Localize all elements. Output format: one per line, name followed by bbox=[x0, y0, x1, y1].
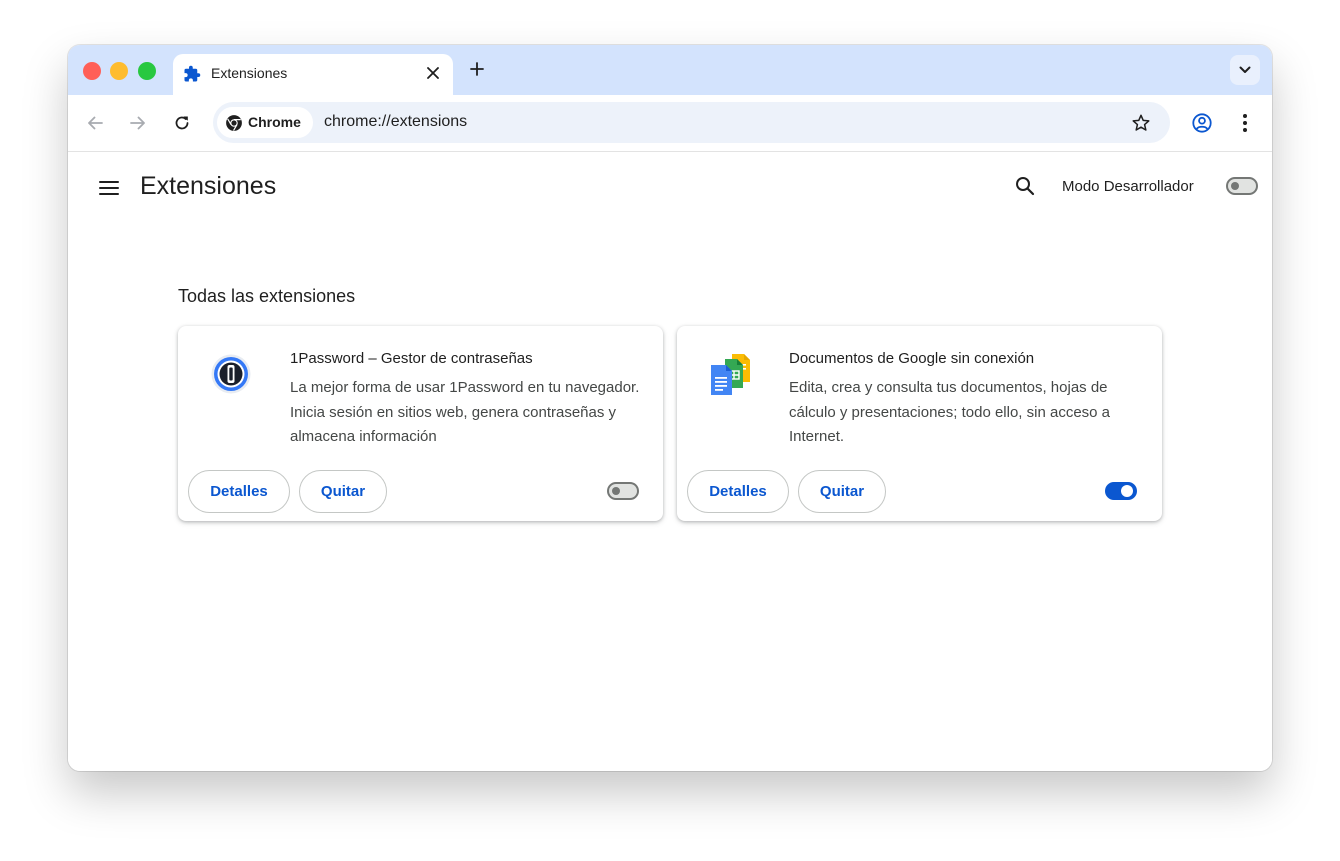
remove-button[interactable]: Quitar bbox=[798, 470, 886, 513]
close-tab-icon[interactable] bbox=[423, 63, 443, 83]
bookmark-star-icon[interactable] bbox=[1130, 112, 1152, 134]
address-bar[interactable]: Chrome chrome://extensions bbox=[213, 102, 1170, 143]
toggle-knob bbox=[1231, 182, 1239, 190]
extension-enable-toggle[interactable] bbox=[1105, 482, 1137, 500]
url-text[interactable]: chrome://extensions bbox=[324, 113, 467, 131]
page-title: Extensiones bbox=[140, 172, 277, 200]
new-tab-plus-icon[interactable] bbox=[466, 58, 488, 80]
developer-mode-label: Modo Desarrollador bbox=[1062, 178, 1194, 195]
tab-search-chevron-down-icon[interactable] bbox=[1230, 55, 1260, 85]
zoom-window-button[interactable] bbox=[138, 62, 156, 80]
chip-label: Chrome bbox=[248, 114, 301, 130]
section-title: Todas las extensiones bbox=[178, 286, 356, 306]
chrome-logo-icon bbox=[225, 114, 243, 132]
reload-icon[interactable] bbox=[170, 111, 194, 135]
extension-description: Edita, crea y consulta tus documentos, h… bbox=[789, 379, 1111, 445]
tab-title: Extensiones bbox=[211, 65, 288, 81]
extension-card-google-docs-offline: Documentos de Google sin conexión Edita,… bbox=[677, 326, 1162, 521]
details-button[interactable]: Detalles bbox=[188, 470, 290, 513]
search-icon[interactable] bbox=[1013, 174, 1037, 198]
more-vertical-icon[interactable] bbox=[1233, 111, 1257, 135]
profile-avatar-icon[interactable] bbox=[1190, 111, 1214, 135]
extension-description: La mejor forma de usar 1Password en tu n… bbox=[290, 379, 640, 445]
minimize-window-button[interactable] bbox=[110, 62, 128, 80]
remove-button[interactable]: Quitar bbox=[299, 470, 387, 513]
browser-window: Extensiones Chrome chrome://extensions E… bbox=[68, 45, 1272, 771]
developer-mode-toggle[interactable] bbox=[1226, 177, 1258, 195]
onepassword-icon bbox=[208, 351, 254, 397]
toolbar: Chrome chrome://extensions bbox=[68, 95, 1272, 152]
extensions-page: Extensiones Modo Desarrollador Todas las… bbox=[68, 152, 1272, 771]
menu-hamburger-icon[interactable] bbox=[97, 176, 121, 200]
extension-name: Documentos de Google sin conexión bbox=[789, 350, 1035, 367]
puzzle-icon bbox=[183, 65, 201, 83]
extension-name: 1Password – Gestor de contraseñas bbox=[290, 350, 533, 367]
close-window-button[interactable] bbox=[83, 62, 101, 80]
extension-enable-toggle[interactable] bbox=[607, 482, 639, 500]
extension-card-1password: 1Password – Gestor de contraseñas La mej… bbox=[178, 326, 663, 521]
tab-strip: Extensiones bbox=[68, 45, 1272, 95]
toggle-knob bbox=[1121, 485, 1133, 497]
forward-arrow-icon[interactable] bbox=[126, 111, 150, 135]
back-arrow-icon[interactable] bbox=[83, 111, 107, 135]
site-info-chip[interactable]: Chrome bbox=[217, 107, 313, 138]
tab-extensions[interactable]: Extensiones bbox=[173, 54, 453, 95]
google-docs-icon bbox=[707, 351, 753, 397]
details-button[interactable]: Detalles bbox=[687, 470, 789, 513]
toggle-knob bbox=[612, 487, 620, 495]
